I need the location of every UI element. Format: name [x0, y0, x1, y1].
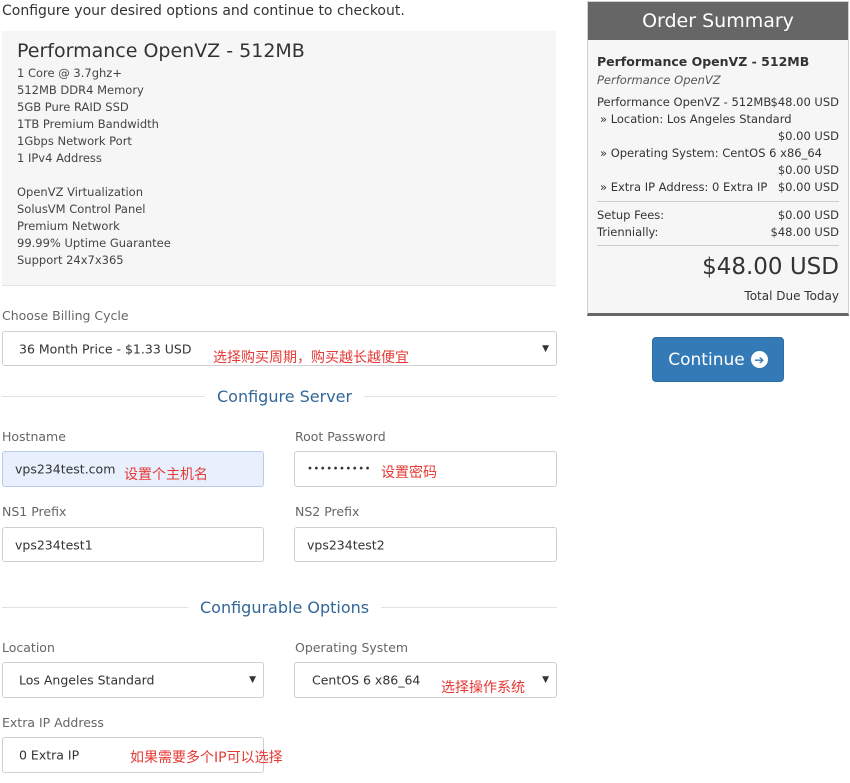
summary-total-label: Total Due Today — [744, 289, 839, 303]
root-password-value: •••••••••• — [307, 463, 371, 475]
configurable-options-heading: Configurable Options — [188, 598, 382, 617]
billing-cycle-label: Choose Billing Cycle — [2, 308, 129, 323]
feature-item: Premium Network — [17, 219, 120, 233]
ns1-prefix-input[interactable]: vps234test1 — [2, 527, 264, 562]
feature-item: 5GB Pure RAID SSD — [17, 100, 129, 114]
root-password-note: 设置密码 — [381, 465, 437, 481]
summary-cycle-price: $48.00 USD — [770, 225, 839, 239]
summary-line-item-price: $48.00 USD — [770, 95, 839, 109]
feature-item: 1 IPv4 Address — [17, 151, 102, 165]
chevron-down-icon: ▼ — [249, 675, 256, 685]
summary-setup-fees-label: Setup Fees: — [597, 208, 665, 222]
chevron-down-icon: ▼ — [542, 675, 549, 685]
summary-cycle-label: Triennially: — [597, 225, 659, 239]
ns2-prefix-value: vps234test2 — [307, 537, 385, 552]
feature-item: 1 Core @ 3.7ghz+ — [17, 66, 122, 80]
summary-product-group: Performance OpenVZ — [597, 73, 721, 87]
location-value: Los Angeles Standard — [19, 672, 155, 688]
feature-item: Support 24x7x365 — [17, 253, 124, 267]
ns2-prefix-label: NS2 Prefix — [295, 504, 360, 519]
summary-extra-ip-label: » Extra IP Address: 0 Extra IP — [600, 180, 768, 194]
feature-item: 99.99% Uptime Guarantee — [17, 236, 171, 250]
root-password-label: Root Password — [295, 429, 386, 444]
continue-button-label: Continue — [668, 349, 745, 370]
order-summary-heading: Order Summary — [588, 2, 848, 40]
summary-setup-fees-price: $0.00 USD — [777, 208, 839, 222]
continue-button[interactable]: Continue ➔ — [652, 337, 784, 382]
feature-item: 1TB Premium Bandwidth — [17, 117, 159, 131]
divider — [597, 201, 839, 202]
summary-os-label: » Operating System: CentOS 6 x86_64 — [600, 146, 822, 160]
summary-line-item-label: Performance OpenVZ - 512MB — [597, 95, 772, 109]
ns1-prefix-label: NS1 Prefix — [2, 504, 67, 519]
ns2-prefix-input[interactable]: vps234test2 — [294, 527, 557, 562]
summary-location-price: $0.00 USD — [777, 129, 839, 143]
feature-item: 512MB DDR4 Memory — [17, 83, 144, 97]
product-title: Performance OpenVZ - 512MB — [17, 40, 305, 62]
operating-system-note: 选择操作系统 — [441, 680, 525, 696]
feature-item: SolusVM Control Panel — [17, 202, 146, 216]
chevron-down-icon: ▼ — [542, 343, 549, 354]
intro-text: Configure your desired options and conti… — [2, 3, 405, 19]
operating-system-value: CentOS 6 x86_64 — [312, 672, 421, 688]
extra-ip-label: Extra IP Address — [2, 715, 104, 730]
feature-item: OpenVZ Virtualization — [17, 185, 144, 199]
ns1-prefix-value: vps234test1 — [15, 537, 93, 552]
billing-cycle-value: 36 Month Price - $1.33 USD — [19, 341, 192, 356]
summary-os-price: $0.00 USD — [777, 163, 839, 177]
summary-location-label: » Location: Los Angeles Standard — [600, 112, 792, 126]
extra-ip-value: 0 Extra IP — [19, 747, 80, 763]
summary-total: $48.00 USD — [702, 254, 839, 280]
location-label: Location — [2, 640, 55, 655]
feature-item: 1Gbps Network Port — [17, 134, 132, 148]
order-summary-panel: Order Summary Performance OpenVZ - 512MB… — [587, 1, 849, 316]
billing-cycle-note: 选择购买周期，购买越长越便宜 — [213, 350, 409, 366]
summary-extra-ip-price: $0.00 USD — [777, 180, 839, 194]
summary-product-name: Performance OpenVZ - 512MB — [597, 54, 810, 69]
product-info-panel: Performance OpenVZ - 512MB 1 Core @ 3.7g… — [2, 31, 556, 286]
divider — [597, 245, 839, 246]
configure-server-heading: Configure Server — [205, 387, 365, 406]
location-select[interactable]: Los Angeles Standard ▼ — [2, 662, 264, 698]
hostname-label: Hostname — [2, 429, 66, 444]
arrow-circle-right-icon: ➔ — [750, 351, 768, 368]
extra-ip-note: 如果需要多个IP可以选择 — [130, 750, 283, 766]
operating-system-label: Operating System — [295, 640, 409, 655]
hostname-value: vps234test.com — [15, 461, 116, 477]
hostname-note: 设置个主机名 — [124, 467, 208, 483]
